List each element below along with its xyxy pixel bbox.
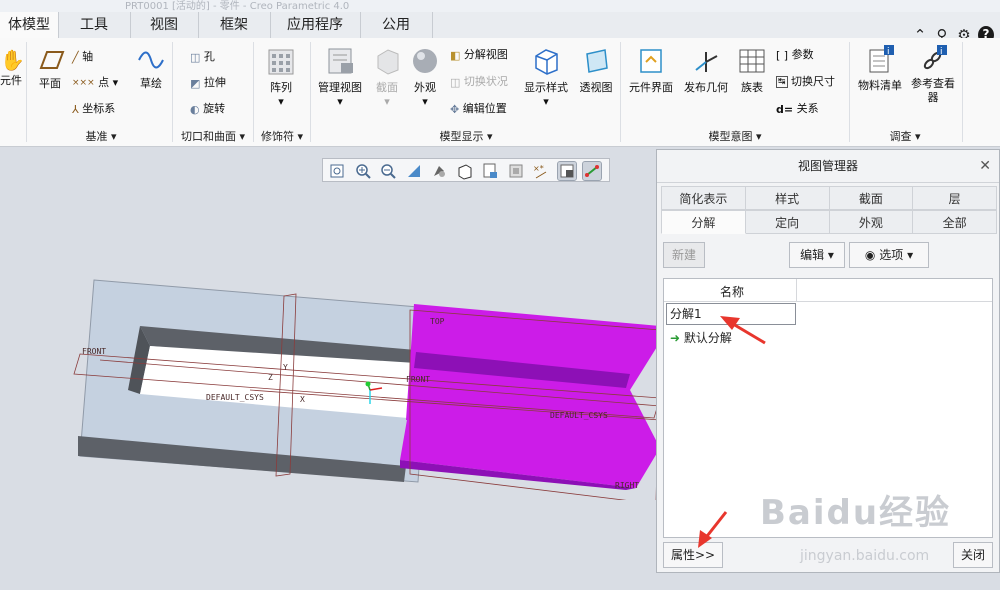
watermark-url: jingyan.baidu.com (800, 548, 930, 564)
red-arrow-icon (720, 316, 766, 345)
watermark-logo: Baidu经验 (760, 493, 952, 533)
red-arrow-icon (698, 511, 728, 548)
